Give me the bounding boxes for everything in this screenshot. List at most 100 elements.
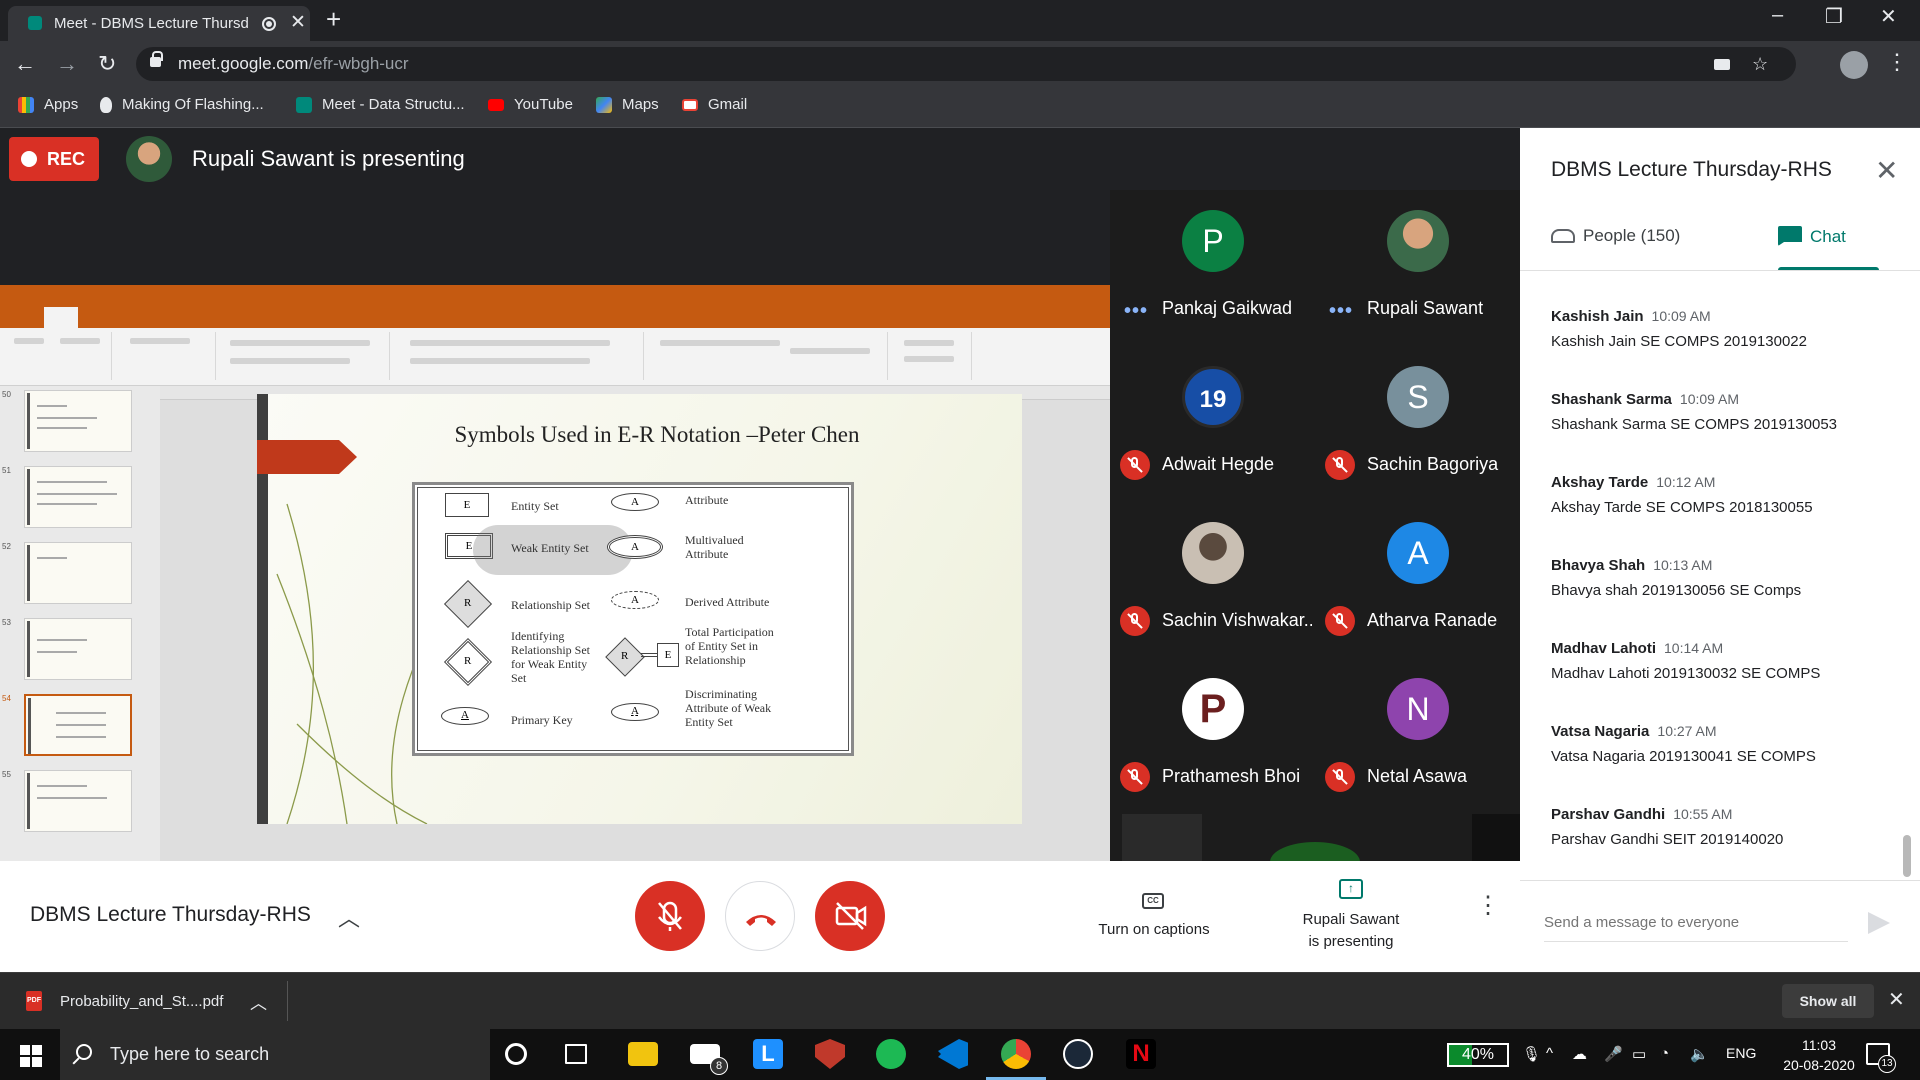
send-icon[interactable]: [1868, 912, 1890, 934]
minimize-button[interactable]: –: [1772, 4, 1783, 27]
slide-thumbnail[interactable]: [24, 770, 132, 832]
lightbulb-icon: [100, 96, 112, 113]
er-label: Discriminating Attribute of Weak Entity …: [685, 687, 772, 729]
forward-button[interactable]: →: [56, 51, 78, 77]
avatar: [1182, 522, 1244, 584]
er-label: Derived Attribute: [685, 595, 770, 609]
participant-tile[interactable]: A Atharva Ranade: [1315, 502, 1520, 658]
participant-tile[interactable]: ••• Rupali Sawant: [1315, 190, 1520, 346]
chat-scrollbar[interactable]: [1903, 835, 1911, 877]
spotify-icon[interactable]: [876, 1039, 906, 1069]
current-slide: Symbols Used in E-R Notation –Peter Chen…: [257, 394, 1022, 824]
file-explorer-icon[interactable]: [628, 1042, 658, 1066]
mic-off-icon: [658, 901, 682, 931]
present-screen-icon[interactable]: ↑: [1339, 879, 1363, 899]
windows-start-button[interactable]: [20, 1045, 42, 1067]
participant-tile[interactable]: 19 Adwait Hegde: [1110, 346, 1315, 502]
slide-thumbnail[interactable]: [24, 542, 132, 604]
mic-off-icon: [1120, 606, 1150, 636]
show-all-downloads-button[interactable]: Show all: [1782, 984, 1874, 1018]
mic-off-icon: [1325, 450, 1355, 480]
battery-indicator[interactable]: 40%: [1447, 1043, 1509, 1067]
microphone-tray-icon[interactable]: 🎙: [1522, 1045, 1541, 1063]
show-hidden-icons-chevron-icon[interactable]: ^: [1546, 1045, 1553, 1062]
language-indicator[interactable]: ENG: [1726, 1045, 1756, 1061]
mic-off-icon: [1120, 450, 1150, 480]
slide-thumbnail[interactable]: [24, 390, 132, 452]
er-label: Total Participation of Entity Set in Rel…: [685, 625, 774, 667]
battery-tray-icon[interactable]: ▭: [1632, 1045, 1646, 1063]
speaking-dots-icon: •••: [1329, 300, 1354, 322]
download-item[interactable]: Probability_and_St....pdf: [60, 993, 223, 1010]
participant-tile[interactable]: P ••• Pankaj Gaikwad: [1110, 190, 1315, 346]
tab-chat[interactable]: Chat: [1778, 226, 1846, 247]
people-icon: [1551, 229, 1575, 243]
leave-call-button[interactable]: [725, 881, 795, 951]
tab-title: Meet - DBMS Lecture Thursd: [54, 15, 249, 32]
camera-icon[interactable]: [1714, 59, 1730, 70]
speaking-dots-icon: •••: [1124, 300, 1149, 322]
mic-off-icon: [1325, 606, 1355, 636]
captions-icon[interactable]: CC: [1142, 893, 1164, 909]
address-bar[interactable]: meet.google.com/efr-wbgh-ucr ☆: [136, 47, 1796, 81]
new-tab-button[interactable]: +: [326, 4, 341, 35]
er-label: Primary Key: [511, 713, 573, 727]
powerpoint-ribbon: [0, 328, 1110, 386]
download-options-chevron-icon[interactable]: ︿: [250, 989, 267, 1014]
bookmark-making-of-flashing[interactable]: Making Of Flashing...: [100, 96, 264, 113]
bookmark-gmail[interactable]: Gmail: [682, 96, 747, 113]
close-tab-icon[interactable]: ✕: [290, 11, 306, 34]
steam-icon[interactable]: [1063, 1039, 1093, 1069]
netflix-icon[interactable]: N: [1126, 1039, 1156, 1069]
chrome-icon[interactable]: [1001, 1039, 1031, 1069]
clock-time[interactable]: 11:03: [1789, 1037, 1849, 1053]
onedrive-icon[interactable]: ☁: [1572, 1045, 1587, 1063]
meeting-details-chevron-up-icon[interactable]: ︿: [338, 901, 360, 933]
wifi-icon[interactable]: ◔: [1660, 1045, 1669, 1062]
turn-on-captions-button[interactable]: Turn on captions: [1090, 921, 1218, 938]
taskbar-search-box[interactable]: Type here to search: [60, 1029, 490, 1080]
slide-thumbnail-selected[interactable]: [24, 694, 132, 756]
slide-thumbnail[interactable]: [24, 466, 132, 528]
slide-thumbnail[interactable]: [24, 618, 132, 680]
clock-date[interactable]: 20-08-2020: [1779, 1057, 1859, 1073]
presenting-status-button[interactable]: Rupali Sawant is presenting: [1280, 909, 1422, 953]
vscode-icon[interactable]: [938, 1039, 968, 1069]
tab-people[interactable]: People (150): [1551, 226, 1680, 246]
participant-tile[interactable]: Sachin Vishwakar...: [1110, 502, 1315, 658]
participant-tile[interactable]: S Sachin Bagoriya: [1315, 346, 1520, 502]
back-button[interactable]: ←: [14, 51, 36, 77]
meet-favicon-icon: [28, 16, 42, 30]
close-window-button[interactable]: ✕: [1880, 4, 1897, 29]
star-icon[interactable]: ☆: [1752, 54, 1768, 75]
mic-tray-icon[interactable]: 🎤: [1604, 1045, 1623, 1063]
bookmark-apps[interactable]: Apps: [18, 96, 78, 113]
volume-icon[interactable]: 🔈: [1690, 1045, 1709, 1063]
participant-tile[interactable]: P Prathamesh Bhoi: [1110, 658, 1315, 814]
chat-message-input[interactable]: [1544, 914, 1844, 931]
profile-avatar[interactable]: [1840, 51, 1868, 79]
hang-up-icon: [746, 915, 776, 926]
launcher-icon[interactable]: L: [753, 1039, 783, 1069]
bookmark-meet[interactable]: Meet - Data Structu...: [296, 96, 465, 113]
bookmark-maps[interactable]: Maps: [596, 96, 659, 113]
participant-name: Atharva Ranade: [1367, 610, 1498, 630]
participant-tile[interactable]: N Netal Asawa: [1315, 658, 1520, 814]
bookmark-youtube[interactable]: YouTube: [488, 96, 573, 113]
restore-button[interactable]: ❐: [1825, 4, 1843, 29]
cortana-icon[interactable]: [505, 1043, 527, 1065]
mcafee-icon[interactable]: [815, 1039, 845, 1069]
chrome-menu-icon[interactable]: ⋮: [1886, 49, 1908, 75]
more-options-icon[interactable]: ⋮: [1476, 891, 1500, 920]
camera-toggle-button[interactable]: [815, 881, 885, 951]
search-placeholder: Type here to search: [110, 1044, 270, 1064]
microphone-toggle-button[interactable]: [635, 881, 705, 951]
chat-message: Kashish Jain 10:09 AM Kashish Jain SE COMP…: [1551, 308, 1807, 350]
task-view-icon[interactable]: [565, 1044, 587, 1064]
close-panel-icon[interactable]: ✕: [1875, 154, 1898, 187]
slide-arrow-shape: [257, 440, 357, 474]
browser-tab[interactable]: Meet - DBMS Lecture Thursd ✕: [8, 6, 310, 41]
reload-button[interactable]: ↻: [98, 51, 116, 77]
close-downloads-icon[interactable]: ✕: [1888, 987, 1905, 1012]
double-line: [641, 653, 657, 657]
